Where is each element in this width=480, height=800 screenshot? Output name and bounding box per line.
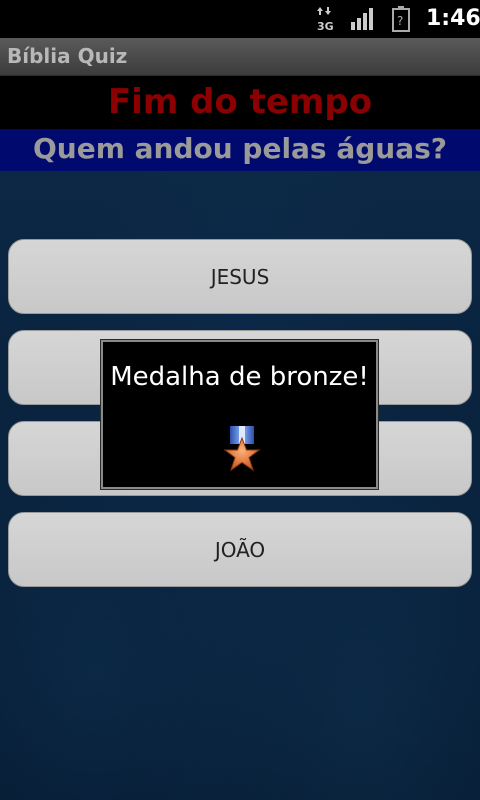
answer-button-1[interactable]: JESUS xyxy=(8,239,472,314)
medal-dialog[interactable]: Medalha de bronze! xyxy=(101,340,378,489)
svg-text:?: ? xyxy=(397,14,403,28)
network-3g-icon: 3G xyxy=(317,7,334,32)
dialog-title: Medalha de bronze! xyxy=(110,362,369,392)
status-clock: 1:46 xyxy=(426,6,480,31)
app-title-bar: Bíblia Quiz xyxy=(0,38,480,76)
signal-strength-icon xyxy=(351,8,373,30)
question-banner: Quem andou pelas águas? xyxy=(0,129,480,171)
answer-button-4[interactable]: JOÃO xyxy=(8,512,472,587)
app-title: Bíblia Quiz xyxy=(7,44,128,68)
bronze-medal-icon xyxy=(223,426,261,472)
timer-banner: Fim do tempo xyxy=(0,77,480,129)
timer-message: Fim do tempo xyxy=(107,82,373,122)
question-text: Quem andou pelas águas? xyxy=(32,132,448,165)
svg-text:3G: 3G xyxy=(317,20,334,32)
battery-icon: ? xyxy=(392,6,410,32)
status-bar: 3G ? 1:46 xyxy=(0,0,480,38)
